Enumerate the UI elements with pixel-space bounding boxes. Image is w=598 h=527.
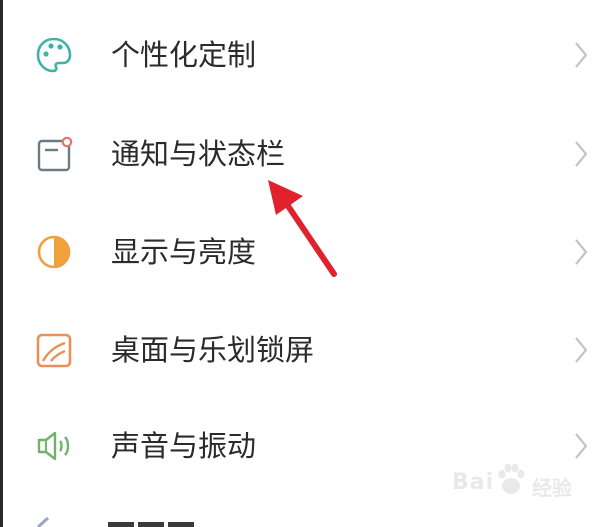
annotation-arrow-icon <box>268 180 337 277</box>
settings-item-label: 个性化定制 <box>111 38 257 72</box>
palette-icon <box>36 37 72 73</box>
watermark-suffix: 经验 <box>532 476 572 500</box>
brightness-icon <box>37 235 71 269</box>
paw-icon <box>498 463 525 494</box>
chevron-right-icon <box>575 239 588 265</box>
partial-row-label <box>108 522 194 527</box>
settings-item-personalization[interactable]: 个性化定制 <box>3 5 598 101</box>
watermark-brand: Bai <box>452 470 495 495</box>
chevron-right-icon <box>575 42 588 68</box>
chevron-right-icon <box>575 141 588 167</box>
chevron-right-icon <box>575 433 588 459</box>
speaker-icon <box>37 431 70 461</box>
settings-item-label: 桌面与乐划锁屏 <box>111 333 315 367</box>
partial-row-icon <box>36 516 50 527</box>
settings-item-wallpaper[interactable]: 桌面与乐划锁屏 <box>3 300 598 396</box>
settings-screen: 个性化定制 通知与状态栏 显示与亮度 桌面与乐划锁屏 声音与振动 Bai 经验 <box>0 0 598 527</box>
chevron-right-icon <box>575 337 588 363</box>
settings-item-label: 显示与亮度 <box>111 235 257 269</box>
baidu-watermark: Bai 经验 <box>452 460 582 510</box>
notification-icon <box>37 136 73 172</box>
wallpaper-icon <box>36 333 72 368</box>
settings-item-label: 声音与振动 <box>111 429 257 463</box>
